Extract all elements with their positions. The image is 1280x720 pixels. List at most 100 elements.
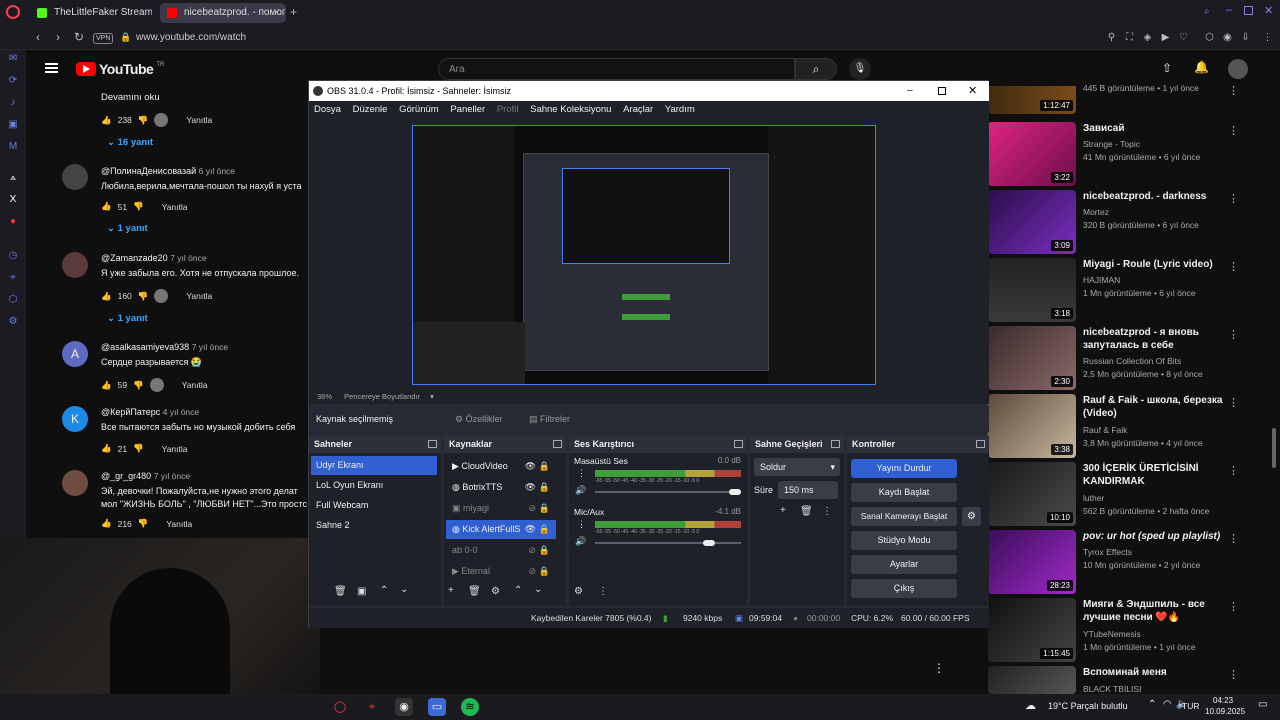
menu-profil[interactable]: Profil bbox=[497, 104, 519, 115]
zoom-mode-select[interactable]: Pencereye Boyutlandır bbox=[344, 392, 420, 401]
more-options-icon[interactable]: ⋮ bbox=[1228, 532, 1239, 545]
more-options-icon[interactable]: ⋮ bbox=[1228, 600, 1239, 613]
scene-item[interactable]: Udyr Ekranı bbox=[311, 456, 437, 475]
recommendation-item[interactable]: 1:12:47 445 B görüntüleme • 1 yıl önce ⋮ bbox=[988, 83, 1263, 114]
more-options-icon[interactable]: ⋮ bbox=[1228, 668, 1239, 681]
transition-select[interactable]: Soldur ▾ bbox=[754, 458, 840, 476]
reply-button[interactable]: Yanıtla bbox=[162, 444, 188, 454]
video-title[interactable]: Rauf & Faik - школа, березка (Video) bbox=[1083, 394, 1233, 420]
upload-icon[interactable]: ⇧ bbox=[1162, 61, 1172, 75]
search-tabs-icon[interactable]: ⌕ bbox=[1204, 6, 1210, 17]
volume-slider[interactable] bbox=[595, 489, 741, 495]
like-icon[interactable]: 👍 bbox=[101, 518, 112, 529]
hidden-icon[interactable]: ⊘ bbox=[528, 499, 536, 518]
avatar[interactable] bbox=[62, 252, 88, 278]
back-icon[interactable]: ‹ bbox=[36, 30, 40, 44]
channel-name[interactable]: Strange - Topic bbox=[1083, 139, 1140, 149]
visibility-icon[interactable]: 👁 bbox=[525, 457, 536, 476]
maps-taskbar-icon[interactable]: ⌖ bbox=[363, 698, 381, 716]
menu-duzenle[interactable]: Düzenle bbox=[353, 104, 388, 115]
channel-name[interactable]: Tyrox Effects bbox=[1083, 547, 1132, 557]
speaker-icon[interactable]: 🔊 bbox=[575, 485, 586, 496]
video-thumbnail[interactable]: 3:38 bbox=[988, 394, 1076, 458]
source-item[interactable]: ▣ miyagi ⊘ 🔒 bbox=[446, 499, 556, 518]
wifi-icon[interactable]: ◠ bbox=[1163, 699, 1172, 710]
lock-icon[interactable]: 🔒 bbox=[539, 499, 550, 518]
video-title[interactable]: Miyagi - Roule (Lyric video) bbox=[1083, 258, 1233, 271]
recommendation-item[interactable]: 3:09 nicebeatzprod. - darkness Mortez 32… bbox=[988, 190, 1263, 254]
dislike-icon[interactable]: 👎 bbox=[133, 380, 144, 391]
scene-filter-icon[interactable]: ▣ bbox=[357, 586, 366, 597]
clock-time[interactable]: 04:23 bbox=[1213, 696, 1233, 705]
opera-menu-icon[interactable] bbox=[6, 5, 20, 19]
voice-search-icon[interactable]: 🎙 bbox=[849, 58, 871, 80]
lock-icon[interactable]: 🔒 bbox=[539, 478, 550, 497]
player-icon[interactable]: ▶ bbox=[1160, 32, 1171, 43]
properties-button[interactable]: ⚙ Özellikler bbox=[455, 406, 503, 432]
dock-icon[interactable] bbox=[553, 440, 562, 448]
remove-source-icon[interactable]: 🗑 bbox=[468, 586, 481, 597]
menu-gorunum[interactable]: Görünüm bbox=[399, 104, 439, 115]
video-thumbnail[interactable]: 28:23 bbox=[988, 530, 1076, 594]
comment-author[interactable]: @ПолинаДенисовазай bbox=[101, 166, 196, 176]
read-more-link[interactable]: Devamını oku bbox=[101, 92, 160, 103]
download-icon[interactable]: ⇩ bbox=[1240, 32, 1251, 43]
recommendation-item[interactable]: 2:30 nicebeatzprod - я вновь запуталась … bbox=[988, 326, 1263, 390]
account-avatar[interactable] bbox=[1228, 59, 1248, 79]
vpn-badge[interactable]: VPN bbox=[93, 33, 114, 44]
video-thumbnail[interactable] bbox=[988, 666, 1076, 694]
reply-button[interactable]: Yanıtla bbox=[166, 519, 192, 529]
menu-paneller[interactable]: Paneller bbox=[450, 104, 485, 115]
lock-icon[interactable]: 🔒 bbox=[539, 562, 550, 581]
video-thumbnail[interactable]: 2:30 bbox=[988, 326, 1076, 390]
menu-yardim[interactable]: Yardım bbox=[665, 104, 695, 115]
opera-taskbar-icon[interactable]: ◯ bbox=[331, 698, 349, 716]
duration-spinbox[interactable]: 150 ms bbox=[778, 481, 838, 499]
scene-item[interactable]: Full Webcam bbox=[311, 496, 437, 515]
more-options-icon[interactable]: ⋮ bbox=[1228, 84, 1239, 97]
source-item[interactable]: ▶ Eternal ⊘ 🔒 bbox=[446, 562, 556, 581]
more-options-icon[interactable]: ⋮ bbox=[933, 661, 945, 675]
comment-author[interactable]: @_gr_gr480 bbox=[101, 471, 151, 481]
cube-icon[interactable]: ⬡ bbox=[1204, 32, 1215, 43]
kick-sidebar-icon[interactable]: ⟑ bbox=[7, 172, 19, 184]
dislike-icon[interactable]: 👎 bbox=[138, 115, 149, 126]
avatar[interactable] bbox=[62, 164, 88, 190]
tray-chevron-icon[interactable]: ⌃ bbox=[1148, 699, 1156, 710]
spotify-icon[interactable]: ≋ bbox=[461, 698, 479, 716]
stream-preview[interactable] bbox=[412, 125, 876, 385]
stop-stream-button[interactable]: Yayını Durdur bbox=[851, 459, 957, 478]
forward-icon[interactable]: › bbox=[56, 30, 60, 44]
like-icon[interactable]: 👍 bbox=[101, 201, 112, 212]
channel-menu-icon[interactable]: ⋮ bbox=[577, 468, 586, 479]
avatar[interactable]: K bbox=[62, 406, 88, 432]
channel-name[interactable]: HAJIMAN bbox=[1083, 275, 1120, 285]
obs-maximize-icon[interactable] bbox=[938, 87, 946, 95]
video-thumbnail[interactable]: 3:22 bbox=[988, 122, 1076, 186]
comment-author[interactable]: @asalkasamiyeva938 bbox=[101, 342, 189, 352]
scrollbar-thumb[interactable] bbox=[1272, 428, 1276, 468]
scene-item[interactable]: Sahne 2 bbox=[311, 516, 437, 535]
vk-icon[interactable]: M bbox=[7, 141, 19, 153]
move-down-icon[interactable]: ⌄ bbox=[534, 584, 542, 595]
dock-icon[interactable] bbox=[976, 440, 985, 448]
clock-icon[interactable]: ◷ bbox=[7, 250, 19, 262]
reply-button[interactable]: Yanıtla bbox=[186, 291, 212, 301]
remove-transition-icon[interactable]: 🗑 bbox=[800, 506, 813, 517]
like-icon[interactable]: 👍 bbox=[101, 443, 112, 454]
more-options-icon[interactable]: ⋮ bbox=[1228, 396, 1239, 409]
channel-name[interactable]: Mortez bbox=[1083, 207, 1109, 217]
lock-icon[interactable]: 🔒 bbox=[539, 520, 550, 539]
virtual-camera-settings-icon[interactable]: ⚙ bbox=[962, 507, 981, 526]
hidden-icon[interactable]: ⊘ bbox=[528, 541, 536, 560]
close-browser-icon[interactable]: ✕ bbox=[1264, 4, 1273, 17]
recommendation-item[interactable]: Вспоминай меня BLACK TBILISI ⋮ bbox=[988, 666, 1263, 694]
dislike-icon[interactable]: 👎 bbox=[133, 201, 144, 212]
channel-menu-icon[interactable]: ⋮ bbox=[577, 519, 586, 530]
settings-button[interactable]: Ayarlar bbox=[851, 555, 957, 574]
app-taskbar-icon[interactable]: ▭ bbox=[428, 698, 446, 716]
remove-scene-icon[interactable]: 🗑 bbox=[334, 586, 347, 597]
dislike-icon[interactable]: 👎 bbox=[138, 291, 149, 302]
add-transition-icon[interactable]: + bbox=[780, 505, 786, 516]
menu-dosya[interactable]: Dosya bbox=[314, 104, 341, 115]
